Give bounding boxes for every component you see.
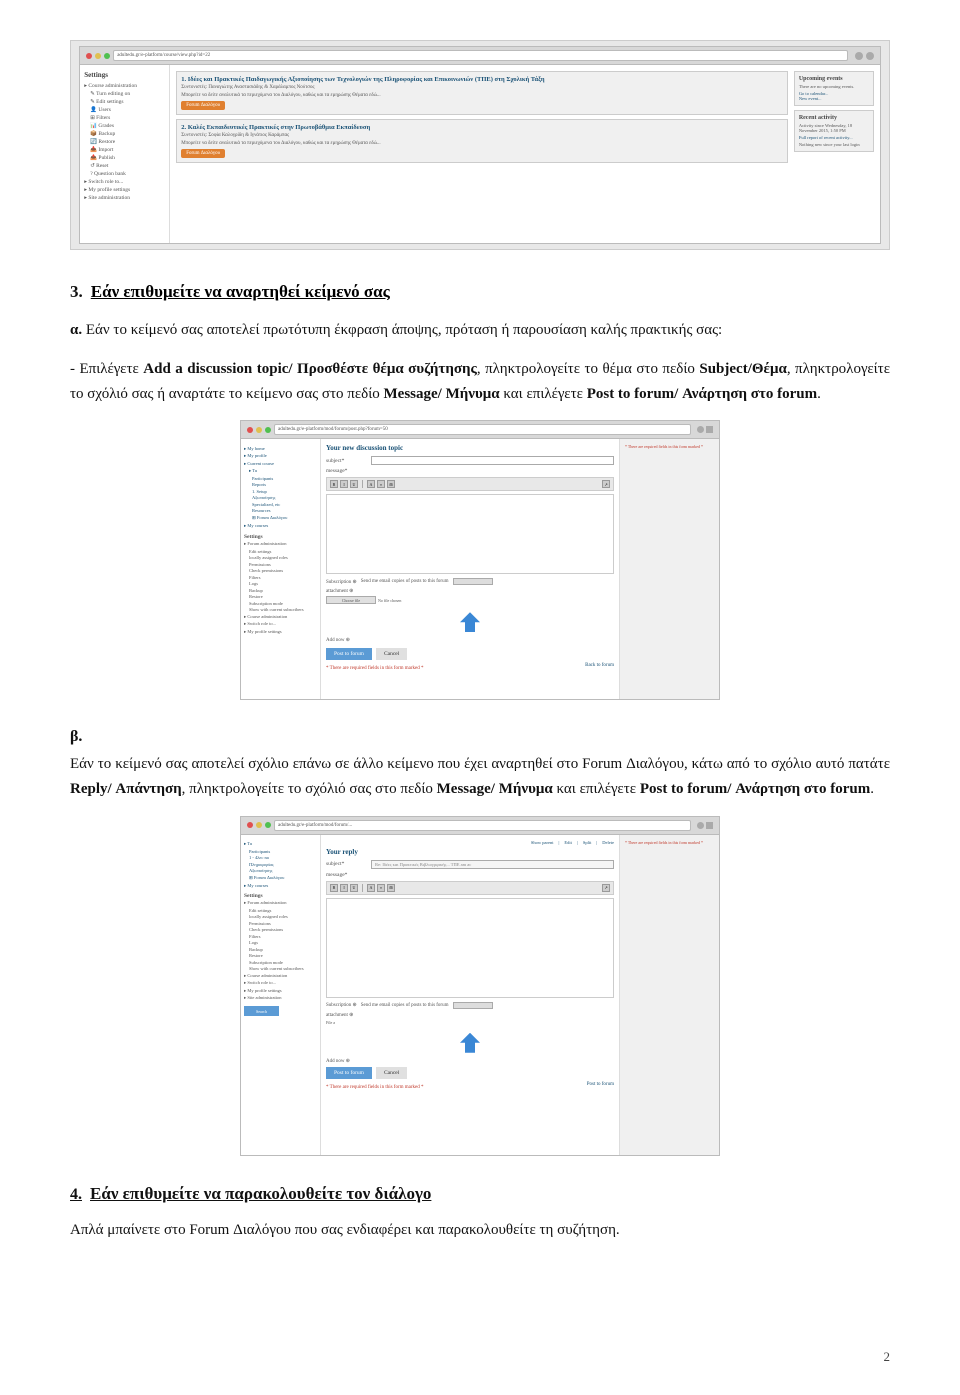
toolbar-btn-6: ⊞: [387, 480, 395, 488]
mid-icon-1: [697, 426, 704, 433]
mid-browser-close: [247, 427, 253, 433]
mid-subscription-row: Subscription ⊕ Send me email copies of p…: [326, 578, 614, 585]
toolbar-btn-expand: ↗: [602, 480, 610, 488]
bottom-icon-2: [706, 822, 713, 829]
toolbar-btn-4: A: [367, 480, 375, 488]
search-sidebar-btn: Search: [244, 1006, 279, 1016]
toolbar-separator: [362, 480, 363, 488]
bottom-right-note: * There are required fields in this form…: [619, 835, 719, 1155]
toolbar-btn-2: I: [340, 480, 348, 488]
bottom-screenshot: adultedu.gr/e-platform/mod/forum/... ▸ T…: [240, 816, 720, 1156]
post-to-forum-btn: Post to forum: [326, 648, 372, 660]
mid-browser-max: [265, 427, 271, 433]
required-note: * There are required fields in this form…: [326, 666, 424, 671]
bottom-upload-icon: [460, 1033, 480, 1053]
bottom-min: [256, 822, 262, 828]
bottom-toolbar-b: B: [330, 884, 338, 892]
bottom-message-label: message*: [326, 872, 614, 878]
mid-icon-2: [706, 426, 713, 433]
sim-main-content: 1. Ιδέες και Πρακτικές Παιδαγωγικής Αξιο…: [170, 65, 880, 243]
section3-para-a-sub: - Επιλέγετε Add a discussion topic/ Προσ…: [70, 357, 890, 407]
bottom-attachment: attachment ⊕ File a: [326, 1012, 614, 1025]
mid-editor-toolbar: B I U A ≡ ⊞ ↗: [326, 477, 614, 491]
bottom-icon-1: [697, 822, 704, 829]
bottom-editor-toolbar: B I U A ≡ ⊞ ↗: [326, 881, 614, 895]
sim-topic-2: 2. Καλές Εκπαιδευτικές Πρακτικές στην Πρ…: [176, 119, 788, 163]
section3-para-a: α. Εάν το κείμενό σας αποτελεί πρωτότυπη…: [70, 318, 890, 343]
section4-para: Απλά μπαίνετε στο Forum Διαλόγου που σας…: [70, 1218, 890, 1243]
section3-para-b-label: β.: [70, 728, 890, 746]
mid-subject-row: subject*: [326, 456, 614, 465]
bottom-post-btn: Post to forum: [326, 1067, 372, 1079]
mid-sim-sidebar: ▸ My home ▸ My profile ▸ Current course …: [241, 439, 321, 699]
bottom-toolbar-a: A: [367, 884, 375, 892]
mid-action-buttons: Post to forum Cancel: [326, 648, 614, 660]
bottom-toolbar-sep: [362, 884, 363, 892]
browser-min-dot: [95, 53, 101, 59]
sim-right-panel: Upcoming events There are no upcoming ev…: [794, 71, 874, 237]
bottom-toolbar-expand: ↗: [602, 884, 610, 892]
bottom-action-buttons: Post to forum Cancel: [326, 1067, 614, 1079]
mid-browser-url: adultedu.gr/e-platform/mod/forum/post.ph…: [274, 424, 691, 435]
browser-url: adultedu.gr/e-platform/course/view.php?i…: [113, 50, 848, 61]
mid-screenshot-1: adultedu.gr/e-platform/mod/forum/post.ph…: [240, 420, 720, 700]
bottom-close: [247, 822, 253, 828]
toolbar-btn-1: B: [330, 480, 338, 488]
mid-sim-main: Your new discussion topic subject* messa…: [321, 439, 619, 699]
cancel-btn: Cancel: [376, 648, 407, 660]
bottom-back-to-forum: Post to forum: [587, 1082, 614, 1090]
bottom-editor-area: [326, 898, 614, 998]
bottom-toolbar-i: I: [340, 884, 348, 892]
mid-editor-area: [326, 494, 614, 574]
subscription-dropdown: [453, 578, 493, 585]
sim-sidebar: Settings ▸ Course administration ✎ Turn …: [80, 65, 170, 243]
browser-icon-2: [866, 52, 874, 60]
bottom-toolbar-align: ≡: [377, 884, 385, 892]
section3-para-b: Εάν το κείμενό σας αποτελεί σχόλιο επάνω…: [70, 752, 890, 802]
bottom-subscription: Subscription ⊕ Send me email copies of p…: [326, 1002, 614, 1009]
sim-topic-1: 1. Ιδέες και Πρακτικές Παιδαγωγικής Αξιο…: [176, 71, 788, 115]
top-screenshot: adultedu.gr/e-platform/course/view.php?i…: [70, 40, 890, 250]
bottom-sidebar: ▸ Tu Participants 1 - 4λεc na Πληροφορία…: [241, 835, 321, 1155]
attachment-input: Choose file: [326, 596, 376, 604]
back-to-forum-link: Back to forum: [585, 663, 614, 671]
browser-close-dot: [86, 53, 92, 59]
bottom-subject-row: subject* Re: Ιδέες και Πρακτικές Βιβλιογ…: [326, 860, 614, 869]
bottom-url: adultedu.gr/e-platform/mod/forum/...: [274, 820, 691, 831]
bottom-toolbar-grid: ⊞: [387, 884, 395, 892]
add-now-row: Add now ⊕: [326, 1058, 614, 1064]
mid-browser-min: [256, 427, 262, 433]
mid-browser-top: adultedu.gr/e-platform/mod/forum/post.ph…: [241, 421, 719, 439]
toolbar-btn-5: ≡: [377, 480, 385, 488]
toolbar-btn-3: U: [350, 480, 358, 488]
browser-top-bar: adultedu.gr/e-platform/course/view.php?i…: [80, 47, 880, 65]
mid-message-label: message*: [326, 468, 614, 474]
bottom-browser-top: adultedu.gr/e-platform/mod/forum/...: [241, 817, 719, 835]
mid-attachment-row: attachment ⊕ Choose file No file chosen: [326, 588, 614, 604]
section4-heading-block: 4. Εάν επιθυμείτε να παρακολουθείτε τον …: [70, 1184, 890, 1204]
bottom-max: [265, 822, 271, 828]
bottom-cancel-btn: Cancel: [376, 1067, 407, 1079]
bottom-required-note: * There are required fields in this form…: [326, 1085, 424, 1090]
page-number: 2: [884, 1349, 891, 1365]
bottom-subscription-dropdown: [453, 1002, 493, 1009]
bottom-main: Show parent | Edit | Split | Delete Your…: [321, 835, 619, 1155]
mid-right-note: * There are required fields in this form…: [619, 439, 719, 699]
section3-heading-block: 3. Εάν επιθυμείτε να αναρτηθεί κείμενό σ…: [70, 282, 890, 302]
bottom-toolbar-u: U: [350, 884, 358, 892]
upload-icon: [460, 612, 480, 632]
browser-icon-1: [855, 52, 863, 60]
browser-max-dot: [104, 53, 110, 59]
post-actions: Show parent | Edit | Split | Delete: [326, 840, 614, 845]
